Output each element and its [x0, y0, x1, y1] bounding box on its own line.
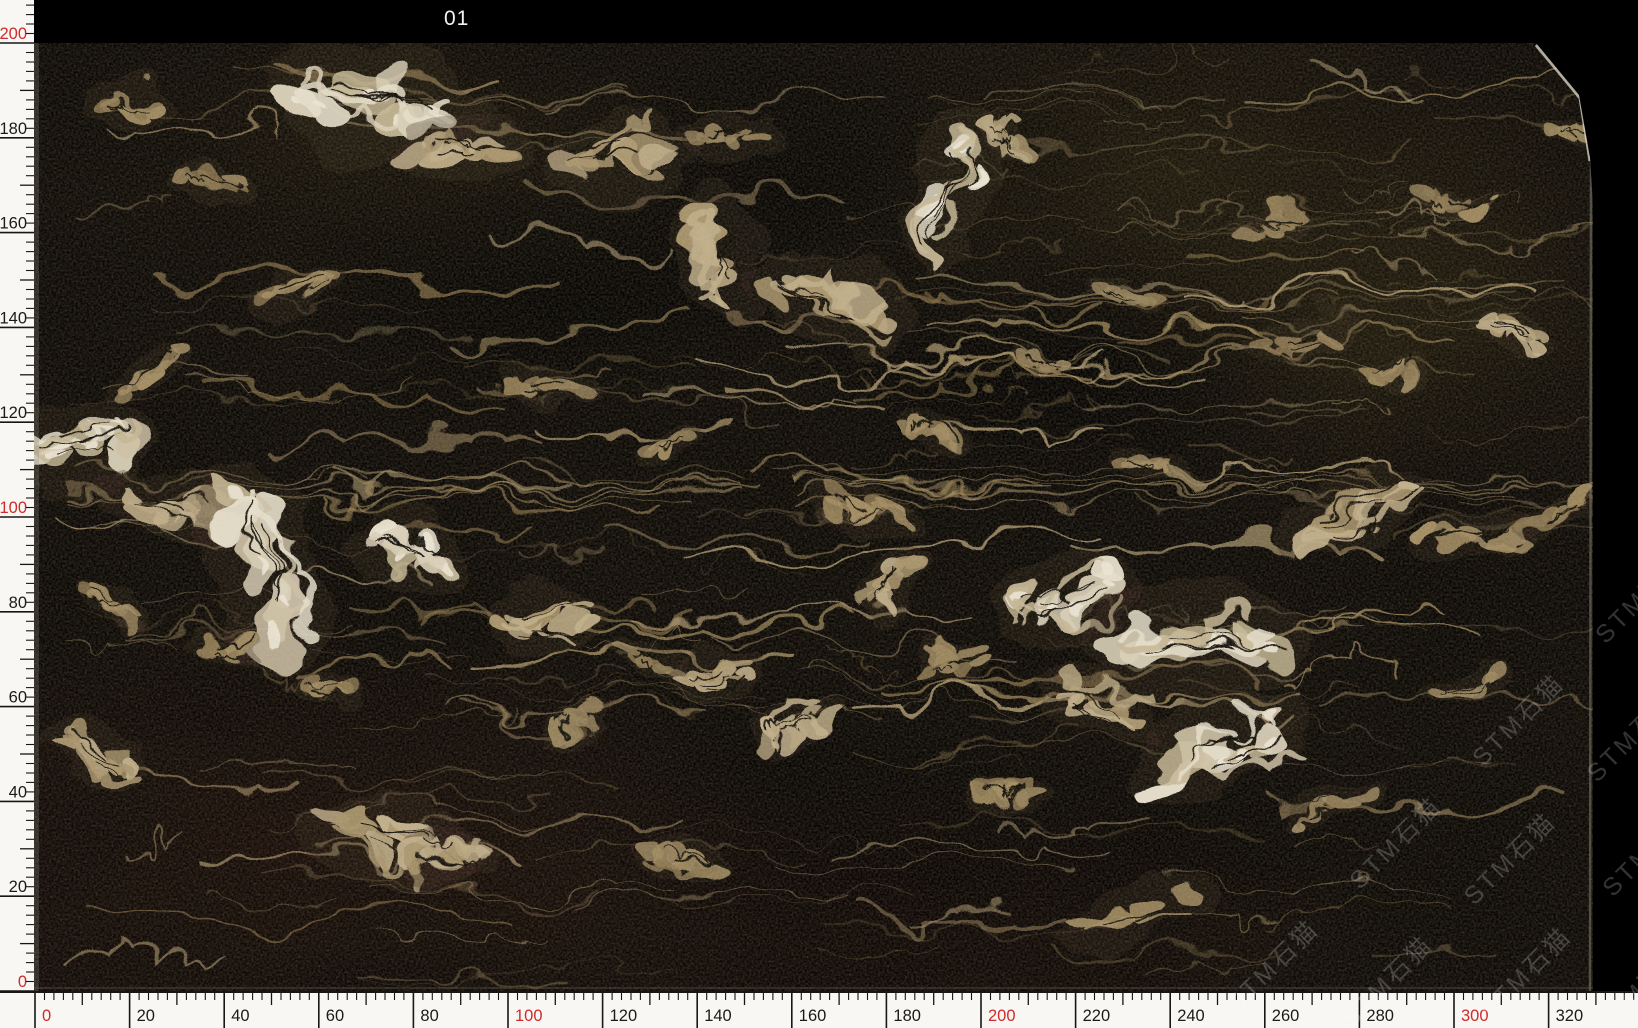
svg-text:180: 180	[893, 1007, 921, 1025]
svg-text:120: 120	[0, 404, 27, 422]
ruler-bottom: 0 20 40 60 80 100 120 140 160 180 200 220 240 260 280 3…	[0, 991, 1638, 1028]
svg-text:300: 300	[1461, 1007, 1489, 1025]
svg-text:160: 160	[799, 1007, 827, 1025]
slab-image	[34, 43, 1593, 991]
svg-text:260: 260	[1272, 1007, 1300, 1025]
top-bar: 01	[34, 0, 1638, 43]
svg-text:80: 80	[420, 1007, 438, 1025]
svg-text:0: 0	[42, 1007, 51, 1025]
svg-text:280: 280	[1366, 1007, 1394, 1025]
ruler-left: 0 20 40 60 80 100 120 140 160 180 200	[0, 0, 34, 991]
svg-text:100: 100	[0, 499, 27, 517]
svg-text:160: 160	[0, 215, 27, 233]
svg-text:320: 320	[1556, 1007, 1584, 1025]
svg-text:60: 60	[326, 1007, 344, 1025]
svg-text:100: 100	[515, 1007, 543, 1025]
svg-text:240: 240	[1177, 1007, 1205, 1025]
svg-text:20: 20	[9, 878, 27, 896]
svg-text:140: 140	[704, 1007, 732, 1025]
svg-text:20: 20	[137, 1007, 155, 1025]
svg-text:0: 0	[18, 973, 27, 991]
svg-text:80: 80	[9, 594, 27, 612]
slab-number-label: 01	[444, 7, 469, 31]
svg-text:220: 220	[1083, 1007, 1111, 1025]
svg-text:180: 180	[0, 120, 27, 138]
svg-text:40: 40	[9, 783, 27, 801]
svg-text:140: 140	[0, 309, 27, 327]
svg-text:60: 60	[9, 689, 27, 707]
svg-text:40: 40	[231, 1007, 249, 1025]
svg-text:200: 200	[988, 1007, 1016, 1025]
svg-text:120: 120	[610, 1007, 638, 1025]
slab-scanner-view: 01	[0, 0, 1638, 1028]
svg-text:200: 200	[0, 25, 27, 43]
